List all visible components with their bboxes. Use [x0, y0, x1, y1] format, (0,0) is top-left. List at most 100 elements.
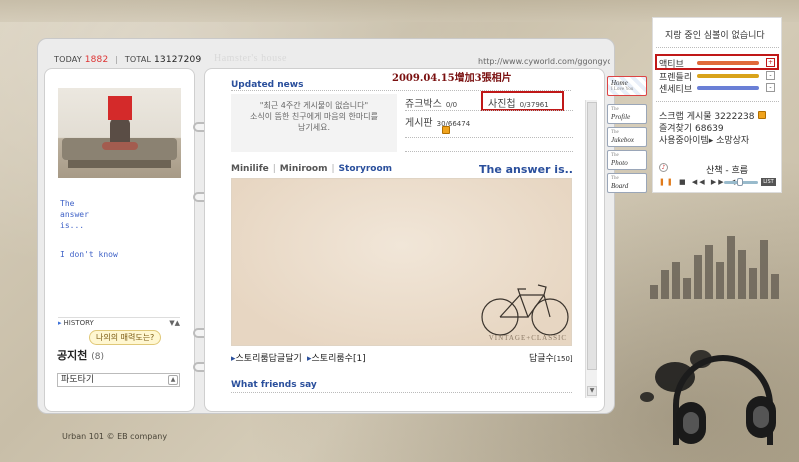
- hompy-title: Hamster's house: [214, 53, 287, 64]
- reply-count-value: [150]: [553, 355, 573, 363]
- jukebox-label: 쥬크박스: [405, 99, 442, 110]
- footer-credit: Urban 101 © EB company: [62, 432, 168, 441]
- reply-count-label: 답글수: [529, 354, 554, 364]
- mood-friendly-button[interactable]: -: [766, 71, 775, 80]
- room-tabs: Minilife | Miniroom | Storyroom: [231, 164, 393, 174]
- quote-line-1: The: [60, 199, 75, 208]
- history-updown-icon[interactable]: ▼▲: [169, 319, 180, 327]
- empty-line-1: "최근 4주간 게시물이 없습니다": [259, 101, 369, 110]
- scroll-down-icon[interactable]: ▼: [587, 386, 597, 396]
- items-row: 사용중아이템▸ 소망상자: [659, 133, 749, 146]
- tab-profile[interactable]: The Profile: [607, 104, 647, 124]
- quote-line-4: I don't know: [60, 250, 118, 259]
- photo-count: 0/37961: [519, 101, 549, 109]
- tab-jukebox[interactable]: The Jukebox: [607, 127, 647, 147]
- profile-photo: [58, 88, 181, 178]
- photo-stat[interactable]: 사진첩 0/37961: [488, 95, 549, 110]
- tab-minilife[interactable]: Minilife: [231, 164, 269, 174]
- chevron-up-icon[interactable]: ▲: [168, 375, 178, 385]
- storyroom-count: [1]: [352, 354, 366, 364]
- arrow-right-icon: ▸: [708, 136, 714, 146]
- mood-active-label: 액티브: [659, 60, 684, 70]
- prev-icon[interactable]: ◀◀: [692, 178, 707, 186]
- total-count: 13127209: [153, 55, 202, 65]
- tab-photo[interactable]: The Photo: [607, 150, 647, 170]
- now-playing-title: 산책 - 흐름: [706, 166, 749, 176]
- divider: [656, 47, 779, 48]
- jukebox-stat[interactable]: 쥬크박스 0/0: [405, 95, 457, 110]
- main-scrollbar[interactable]: ▼: [585, 100, 597, 398]
- jukebox-count: 0/0: [445, 101, 458, 109]
- hompy-url[interactable]: http://www.cyworld.com/ggongyoo: [478, 57, 610, 66]
- pause-icon[interactable]: ❚❚: [659, 178, 675, 186]
- tab-board-label: Board: [611, 182, 629, 190]
- tab-jukebox-label: Jukebox: [611, 136, 634, 144]
- couch-base-shape: [68, 160, 171, 168]
- tab-home-sub: I Love You: [611, 87, 634, 92]
- wave-select[interactable]: 파도타기 ▲: [57, 373, 180, 387]
- vintage-caption: VINTAGE+CLASSIC: [488, 334, 567, 342]
- divider: [405, 137, 573, 138]
- storyroom-count-label: 스토리룸수: [311, 354, 353, 364]
- photo-update-annotation: 2009.04.15增加3張相片: [392, 73, 512, 84]
- divider: [405, 110, 573, 111]
- symbol-status: 지랑 중인 심볼이 없습니다: [665, 31, 765, 41]
- profile-quote: The answer is...: [60, 198, 89, 231]
- items-link[interactable]: 사용중아이템: [659, 136, 709, 146]
- scrollbar-thumb[interactable]: [587, 102, 597, 370]
- divider: [405, 151, 573, 152]
- total-label: TOTAL: [124, 55, 152, 64]
- history-bar[interactable]: ▸ HISTORY ▼▲: [58, 317, 180, 327]
- divider: [656, 101, 779, 102]
- mood-sensitive-label: 센세티브: [659, 85, 693, 95]
- counter-separator: |: [115, 55, 119, 64]
- notice-title: 공지천: [57, 349, 88, 362]
- person-legs-shape: [102, 142, 138, 150]
- new-badge-icon: [758, 111, 766, 119]
- mood-sensitive-bar: [697, 86, 759, 90]
- storyroom-reply-link[interactable]: ▸스토리룸답글달기: [231, 351, 302, 364]
- person-shape: [110, 118, 130, 144]
- divider: [231, 392, 572, 393]
- mood-friendly-bar: [697, 74, 759, 78]
- notice-heading[interactable]: 공지천 (8): [57, 347, 104, 363]
- mood-active-bar: [697, 61, 759, 65]
- playlist-button[interactable]: LIST: [761, 178, 776, 186]
- bicycle-illustration: [481, 284, 569, 336]
- tab-miniroom[interactable]: Miniroom: [280, 164, 328, 174]
- tab-storyroom[interactable]: Storyroom: [339, 164, 392, 174]
- new-badge-icon: [442, 126, 450, 134]
- photo-label: 사진첩: [488, 99, 516, 110]
- empty-line-3: 남기세요.: [298, 123, 330, 132]
- stop-icon[interactable]: ■: [679, 178, 688, 186]
- storyroom-image: VINTAGE+CLASSIC: [231, 178, 572, 346]
- music-note-icon: ♪: [659, 163, 668, 172]
- tab-home-label: Home: [611, 79, 628, 87]
- friends-say-title: What friends say: [231, 380, 317, 390]
- quote-line-3: is...: [60, 221, 85, 230]
- today-count: 1882: [84, 55, 109, 65]
- storyroom-count-link[interactable]: ▸스토리룸수[1]: [307, 351, 366, 364]
- today-label: TODAY: [54, 55, 82, 64]
- board-stat[interactable]: 게시판 30/66474: [405, 114, 470, 129]
- mood-sensitive-button[interactable]: -: [766, 83, 775, 92]
- mood-active-button[interactable]: +: [766, 58, 775, 67]
- history-bubble[interactable]: 나의의 매력도는?: [89, 330, 162, 345]
- tab-home[interactable]: Home I Love You: [607, 76, 647, 96]
- updated-news-title: Updated news: [231, 80, 304, 90]
- board-label: 게시판: [405, 118, 433, 129]
- tab-profile-label: Profile: [611, 113, 631, 121]
- empty-line-2: 소식이 뜸한 친구에게 마음의 한마디를: [250, 112, 378, 121]
- storyroom-title: The answer is..: [479, 163, 573, 176]
- notice-count: (8): [91, 352, 104, 362]
- wave-select-value: 파도타기: [61, 375, 95, 385]
- updated-news-empty: "최근 4주간 게시물이 없습니다" 소식이 뜸한 친구에게 마음의 한마디를 …: [231, 94, 397, 152]
- tab-board[interactable]: The Board: [607, 173, 647, 193]
- storyroom-reply-label: 스토리룸답글달기: [235, 354, 302, 364]
- volume-knob[interactable]: [737, 178, 743, 186]
- red-bag-head-shape: [108, 96, 132, 120]
- quote-line-2: answer: [60, 210, 89, 219]
- wish-box-link[interactable]: 소망상자: [716, 136, 749, 146]
- tab-photo-label: Photo: [611, 159, 628, 167]
- visitor-counter: TODAY 1882 | TOTAL 13127209: [54, 55, 201, 65]
